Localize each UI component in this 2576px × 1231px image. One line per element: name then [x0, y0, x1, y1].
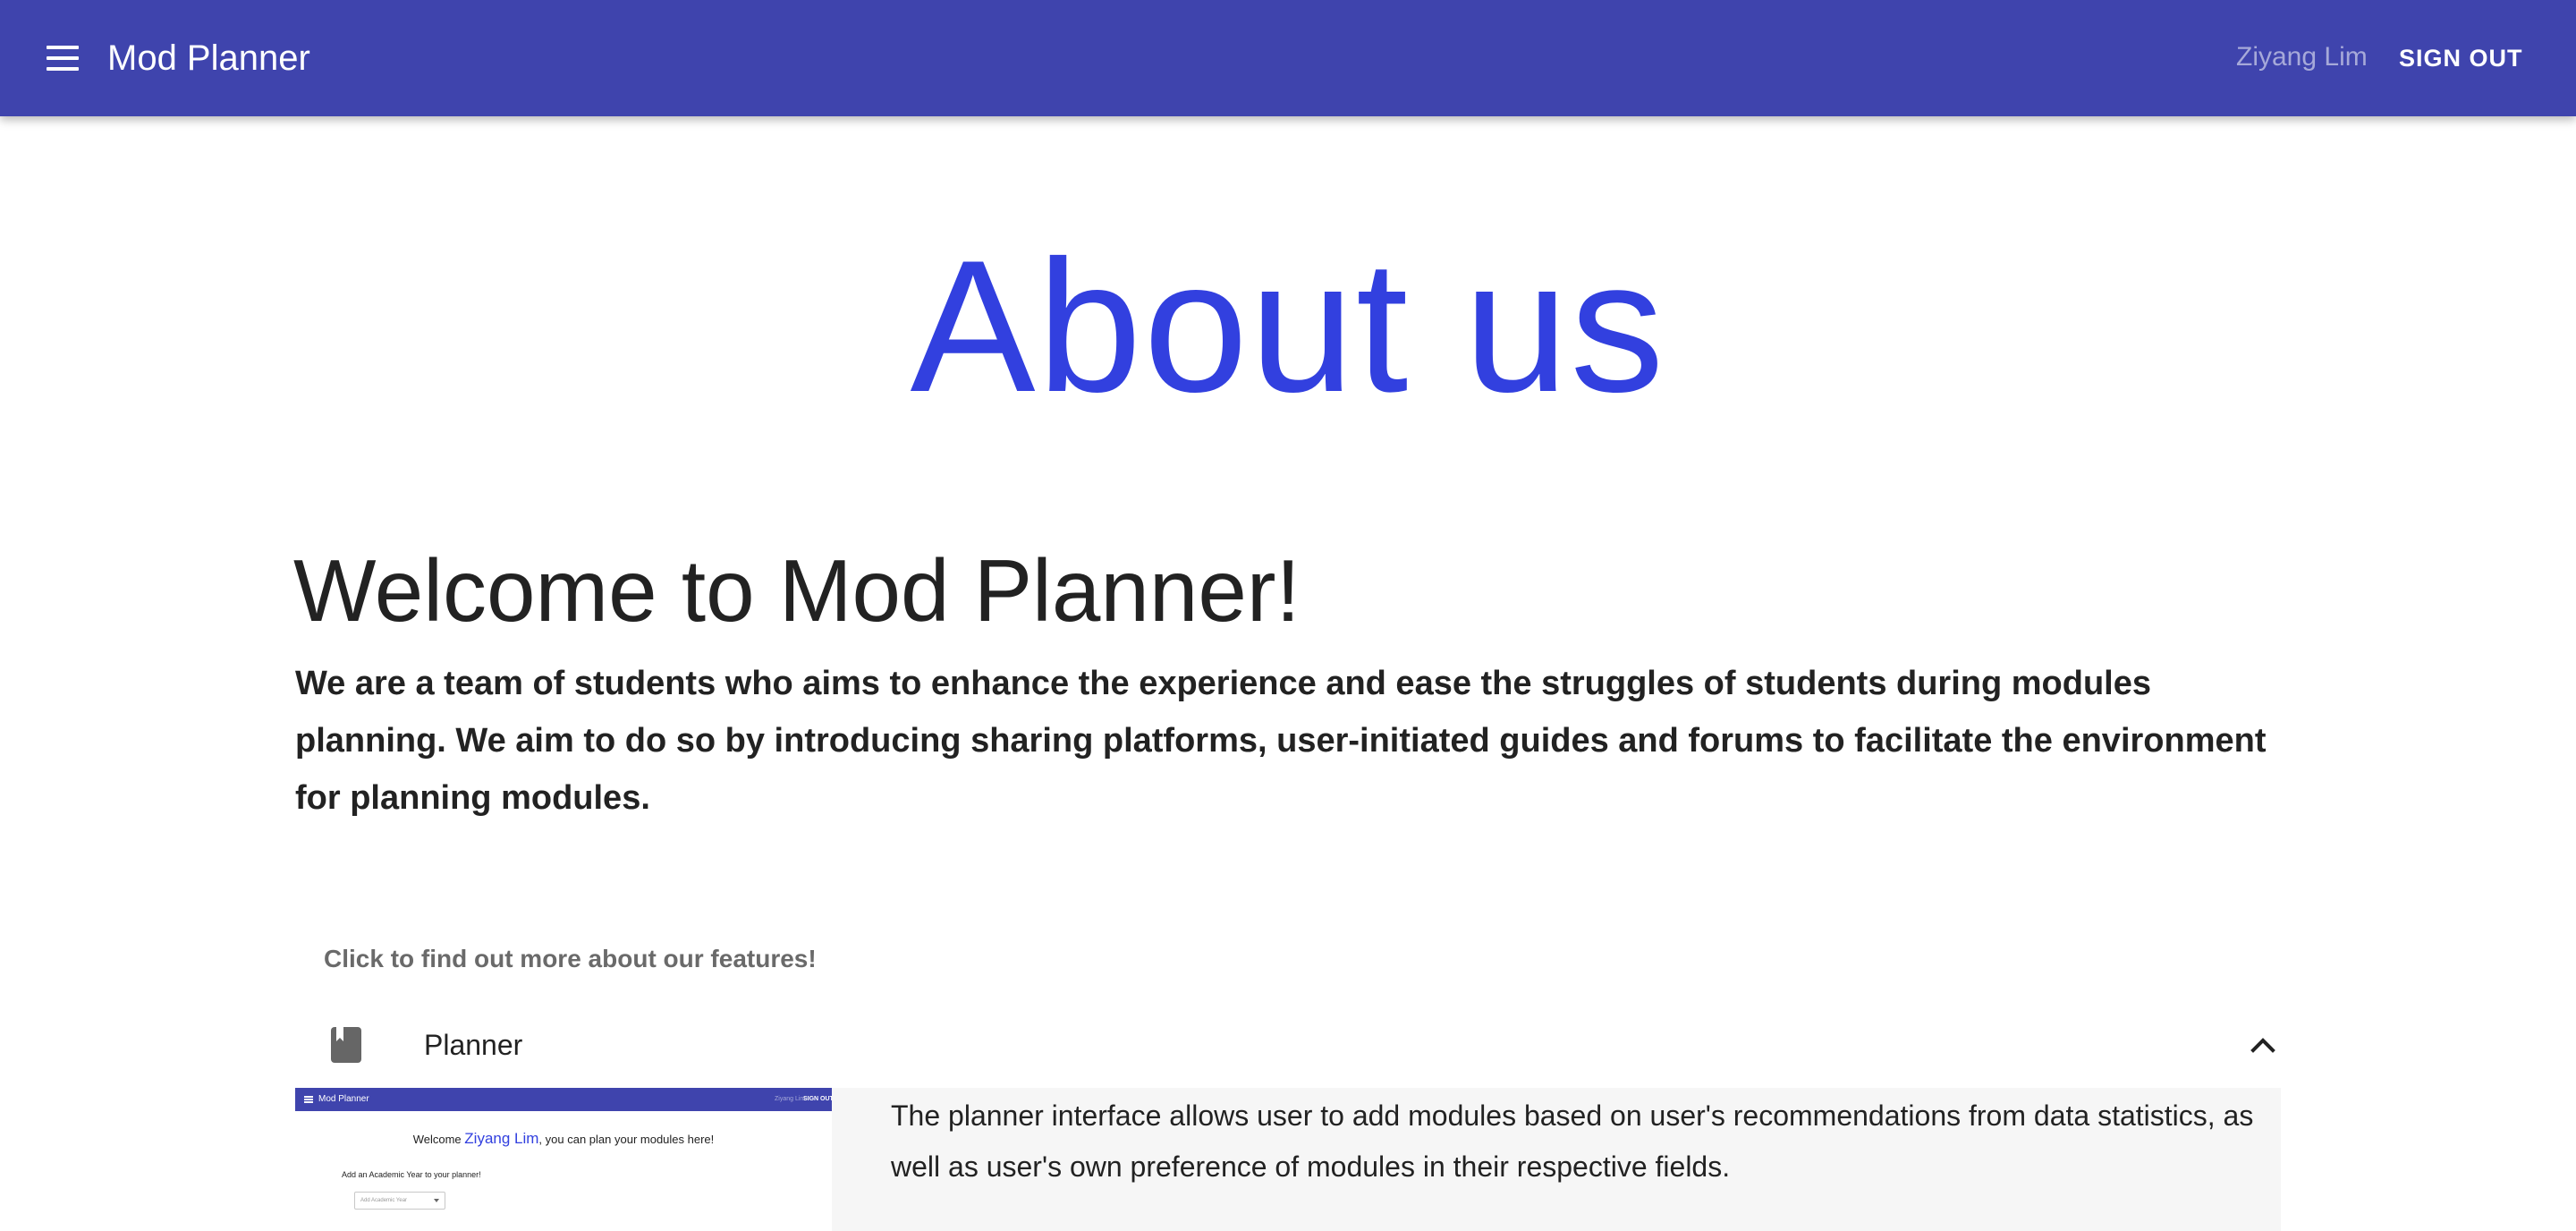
preview-dropdown-arrow-icon	[434, 1199, 439, 1202]
chevron-up-icon[interactable]	[2245, 1027, 2281, 1063]
intro-paragraph: We are a team of students who aims to en…	[295, 665, 2267, 817]
sign-out-button[interactable]: SIGN OUT	[2388, 34, 2534, 82]
book-icon	[331, 1027, 361, 1063]
user-name: Ziyang Lim	[2236, 42, 2368, 72]
planner-preview-image: Mod Planner Ziyang Lim SIGN OUT Welcome …	[295, 1088, 832, 1231]
planner-description: The planner interface allows user to add…	[891, 1099, 2254, 1183]
preview-app-bar: Mod Planner Ziyang Lim SIGN OUT	[295, 1088, 832, 1111]
preview-menu-icon	[304, 1095, 313, 1104]
preview-user-name: Ziyang Lim	[775, 1096, 806, 1102]
preview-welcome-name: Ziyang Lim	[464, 1130, 539, 1147]
preview-app-title: Mod Planner	[318, 1094, 369, 1104]
preview-welcome-text: Welcome Ziyang Lim, you can plan your mo…	[295, 1129, 832, 1150]
preview-welcome-prefix: Welcome	[412, 1133, 465, 1146]
preview-year-select: Add Academic Year	[354, 1192, 445, 1210]
app-bar: Mod Planner Ziyang Lim SIGN OUT	[0, 0, 2576, 116]
accordion-planner-header[interactable]: Planner	[295, 1007, 2281, 1082]
accordion-planner-panel: Mod Planner Ziyang Lim SIGN OUT Welcome …	[295, 1088, 2281, 1231]
app-title[interactable]: Mod Planner	[107, 34, 310, 82]
preview-sign-out: SIGN OUT	[803, 1096, 832, 1102]
page-title: About us	[910, 221, 1666, 431]
features-hint: Click to find out more about our feature…	[324, 945, 817, 972]
welcome-heading: Welcome to Mod Planner!	[293, 541, 1301, 640]
preview-add-year-label: Add an Academic Year to your planner!	[342, 1170, 481, 1179]
preview-welcome-suffix: , you can plan your modules here!	[538, 1133, 715, 1146]
menu-icon[interactable]	[43, 39, 86, 77]
preview-select-placeholder: Add Academic Year	[360, 1198, 408, 1203]
accordion-planner-title: Planner	[424, 1029, 523, 1061]
